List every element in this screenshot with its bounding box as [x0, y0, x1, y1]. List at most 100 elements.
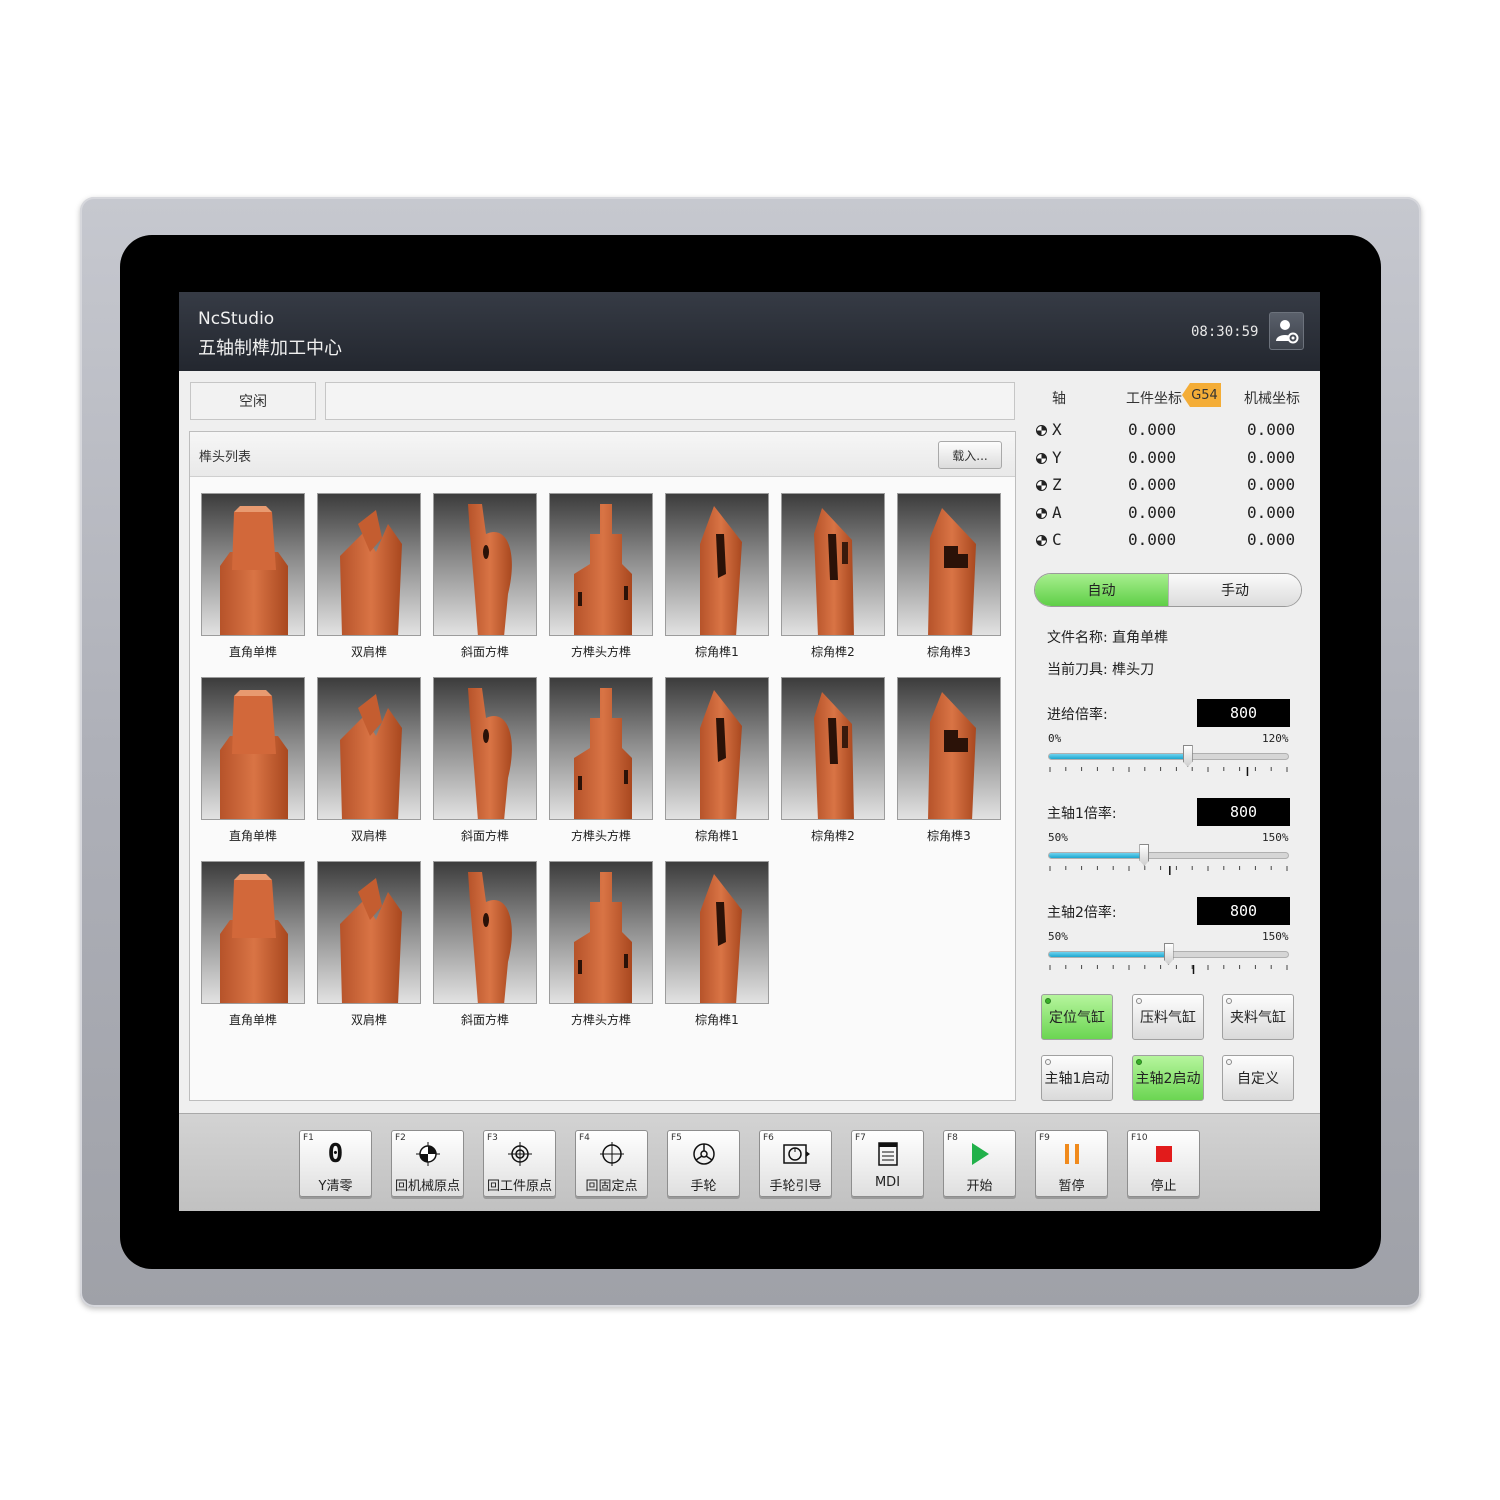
tenon-tile[interactable]: 斜面方榫: [433, 861, 537, 1031]
spindle1-rate-max: 150%: [1262, 831, 1289, 844]
load-button[interactable]: 载入...: [938, 441, 1002, 469]
tenon-thumbnail: [665, 677, 769, 820]
machine-origin-key[interactable]: F2 回机械原点: [391, 1130, 464, 1197]
zero-icon: 0: [327, 1139, 344, 1169]
tenon-tile[interactable]: 双肩榫: [317, 677, 421, 847]
tenon-tile[interactable]: 棕角榫2: [781, 493, 885, 663]
machine-coordinate: 0.000: [1247, 502, 1296, 522]
tenon-thumbnail: [433, 493, 537, 636]
mode-auto-button[interactable]: 自动: [1035, 574, 1168, 606]
crosshair-icon: [576, 1139, 647, 1169]
machine-status: 空闲: [190, 382, 316, 420]
start-key[interactable]: F8 开始: [943, 1130, 1016, 1197]
spindle1-rate-value[interactable]: 800: [1197, 798, 1290, 826]
machine-coordinate: 0.000: [1247, 447, 1296, 467]
tenon-tile[interactable]: 双肩榫: [317, 493, 421, 663]
tenon-tile[interactable]: 方榫头方榫: [549, 493, 653, 663]
fkey-label: Y清零: [318, 1179, 353, 1194]
axis-status-icon: [1036, 452, 1047, 464]
tenon-tile[interactable]: 棕角榫1: [665, 677, 769, 847]
play-icon: [944, 1139, 1015, 1169]
tenon-tile[interactable]: 直角单榫: [201, 493, 305, 663]
slider-ticks: [1049, 965, 1288, 974]
axis-status-icon: [1036, 480, 1047, 491]
tenon-tile[interactable]: 斜面方榫: [433, 493, 537, 663]
current-tool-label: 当前刀具:: [1047, 662, 1108, 678]
tenon-thumbnail: [897, 677, 1001, 820]
file-name-value: 直角单榫: [1112, 630, 1169, 646]
work-system-badge[interactable]: G54: [1182, 383, 1221, 407]
stop-icon: [1128, 1139, 1199, 1169]
slider-ticks: [1049, 866, 1288, 875]
spindle2-rate-label: 主轴2倍率:: [1047, 905, 1117, 921]
feed-rate-value[interactable]: 800: [1197, 699, 1290, 727]
tenon-thumbnail: [781, 493, 885, 636]
clamp-cylinder-button[interactable]: 夹料气缸: [1222, 994, 1294, 1040]
tenon-tile[interactable]: 直角单榫: [201, 861, 305, 1031]
stop-key[interactable]: F10 停止: [1127, 1130, 1200, 1197]
tenon-tile[interactable]: 斜面方榫: [433, 677, 537, 847]
tenon-thumbnail: [781, 677, 885, 820]
work-coord-header: 工件坐标: [1126, 391, 1182, 407]
tenon-tile[interactable]: 方榫头方榫: [549, 861, 653, 1031]
feed-rate-max: 120%: [1262, 732, 1289, 745]
tenon-tile[interactable]: 直角单榫: [201, 677, 305, 847]
spindle2-start-button[interactable]: 主轴2启动: [1132, 1055, 1204, 1101]
locate-cylinder-button[interactable]: 定位气缸: [1041, 994, 1113, 1040]
axis-name: C: [1052, 530, 1062, 549]
mode-manual-button[interactable]: 手动: [1168, 574, 1301, 606]
spindle1-rate-slider[interactable]: [1048, 852, 1289, 859]
tenon-thumbnail: [665, 861, 769, 1004]
io-button-label: 主轴2启动: [1135, 1071, 1201, 1087]
work-origin-key[interactable]: F3 回工件原点: [483, 1130, 556, 1197]
tenon-thumbnail: [201, 861, 305, 1004]
custom-button[interactable]: 自定义: [1222, 1055, 1294, 1101]
tenon-thumbnail: [897, 493, 1001, 636]
pause-key[interactable]: F9 暂停: [1035, 1130, 1108, 1197]
spindle1-start-button[interactable]: 主轴1启动: [1041, 1055, 1113, 1101]
axis-row: Y 0.000 0.000: [1032, 447, 1302, 471]
tenon-tile[interactable]: 棕角榫3: [897, 493, 1001, 663]
fkey-label: 回工件原点: [486, 1179, 552, 1194]
slider-fill: [1049, 853, 1145, 858]
feed-rate-thumb[interactable]: [1182, 745, 1193, 767]
y-zero-key[interactable]: F1 0 Y清零: [299, 1130, 372, 1197]
slider-ticks: [1049, 767, 1288, 776]
spindle2-rate-max: 150%: [1262, 930, 1289, 943]
tenon-tile[interactable]: 棕角榫1: [665, 493, 769, 663]
handwheel-key[interactable]: F5 手轮: [667, 1130, 740, 1197]
axis-status-icon: [1036, 425, 1047, 436]
handwheel-icon: [668, 1139, 739, 1169]
user-settings-button[interactable]: [1269, 312, 1304, 350]
mode-toggle: 自动 手动: [1034, 573, 1302, 607]
tenon-thumbnail: [549, 861, 653, 1004]
status-message: [325, 382, 1015, 420]
tenon-tile[interactable]: 棕角榫2: [781, 677, 885, 847]
mdi-key[interactable]: F7 MDI: [851, 1130, 924, 1197]
tenon-label: 方榫头方榫: [570, 829, 631, 843]
handwheel-guide-key[interactable]: F6 手轮引导: [759, 1130, 832, 1197]
tenon-tile[interactable]: 双肩榫: [317, 861, 421, 1031]
tenon-thumbnail: [201, 493, 305, 636]
press-cylinder-button[interactable]: 压料气缸: [1132, 994, 1204, 1040]
tenon-label: 棕角榫1: [695, 645, 739, 659]
tenon-tile[interactable]: 棕角榫1: [665, 861, 769, 1031]
tenon-tile[interactable]: 方榫头方榫: [549, 677, 653, 847]
tenon-list-panel: 榫头列表 载入... 直角单榫 双肩榫 斜面方榫 方榫头方榫 棕角榫1 棕角榫2 棕角榫3 直…: [189, 431, 1016, 1101]
spindle1-rate-thumb[interactable]: [1139, 844, 1150, 866]
fkey-label: 回机械原点: [394, 1179, 460, 1194]
fixed-point-key[interactable]: F4 回固定点: [575, 1130, 648, 1197]
tenon-label: 棕角榫2: [811, 645, 855, 659]
axis-name: Z: [1052, 475, 1062, 494]
tenon-thumbnail: [433, 677, 537, 820]
spindle2-rate-min: 50%: [1048, 930, 1068, 943]
spindle2-rate-thumb[interactable]: [1163, 943, 1174, 965]
tenon-thumbnail: [549, 677, 653, 820]
tenon-tile[interactable]: 棕角榫3: [897, 677, 1001, 847]
feed-rate-slider[interactable]: [1048, 753, 1289, 760]
axis-row: C 0.000 0.000: [1032, 529, 1302, 553]
tenon-label: 双肩榫: [350, 645, 387, 659]
status-led-icon: [1045, 998, 1051, 1004]
spindle2-rate-value[interactable]: 800: [1197, 897, 1290, 925]
work-coordinate: 0.000: [1128, 502, 1177, 522]
